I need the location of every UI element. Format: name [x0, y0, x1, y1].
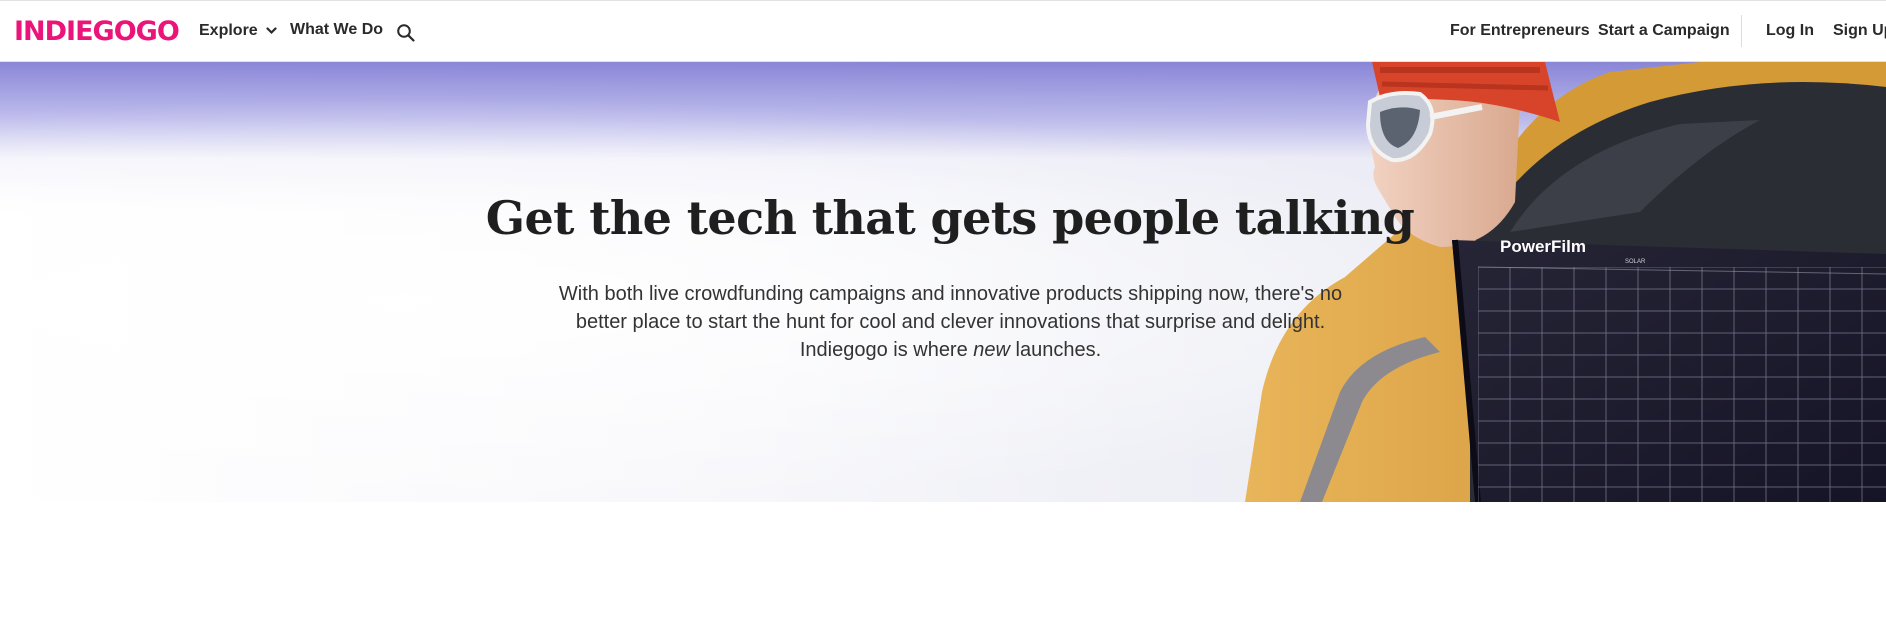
search-icon[interactable]	[396, 23, 416, 43]
nav-explore[interactable]: Explore	[199, 21, 277, 41]
hero-description-text: With both live crowdfunding campaigns an…	[558, 283, 1343, 361]
nav-divider	[1741, 15, 1742, 47]
nav-for-entrepreneurs[interactable]: For Entrepreneurs	[1450, 21, 1590, 41]
nav-explore-label: Explore	[199, 22, 258, 39]
powerfilm-sub-text: SOLAR	[1625, 259, 1646, 265]
chevron-down-icon	[266, 27, 277, 34]
nav-start-campaign[interactable]: Start a Campaign	[1598, 21, 1730, 41]
hero-description-emphasis: new	[973, 339, 1010, 361]
hero-description-end: launches.	[1009, 339, 1102, 361]
nav-what-we-do[interactable]: What We Do	[290, 20, 383, 40]
indiegogo-logo[interactable]: INDIEGOGO	[14, 16, 180, 48]
top-nav-bar: INDIEGOGO Explore What We Do For Entrepr…	[0, 0, 1886, 62]
nav-sign-up[interactable]: Sign Up	[1833, 21, 1886, 41]
hero-banner: PowerFilm SOLAR Get the tech that gets p…	[0, 62, 1886, 502]
hero-title: Get the tech that gets people talking	[485, 191, 1415, 245]
hero-description: With both live crowdfunding campaigns an…	[549, 280, 1352, 364]
nav-log-in[interactable]: Log In	[1766, 21, 1814, 41]
